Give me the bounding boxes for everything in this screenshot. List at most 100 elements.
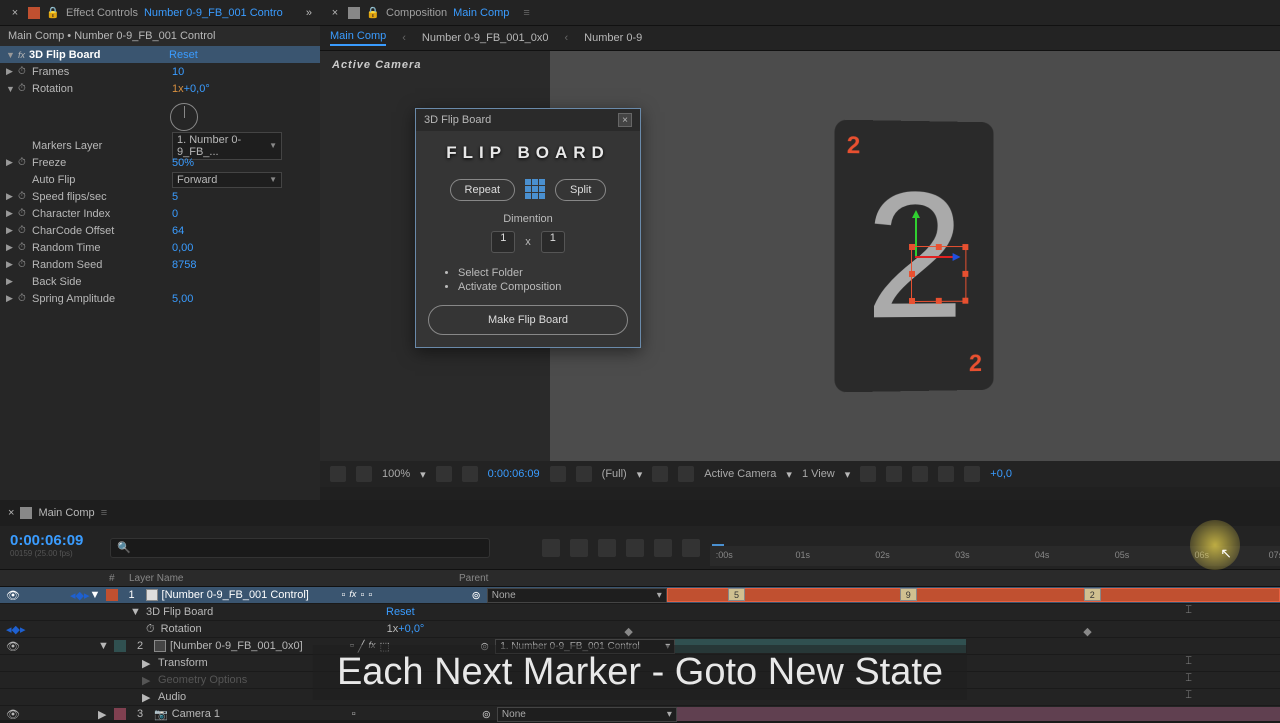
chevron-right-icon[interactable]: ▶ bbox=[6, 66, 18, 77]
char-index-value[interactable]: 0 bbox=[172, 208, 178, 220]
flip-board-dialog[interactable]: 3D Flip Board × FLIP BOARD Repeat Split … bbox=[415, 108, 641, 348]
twirl-down-icon[interactable]: ▼ bbox=[130, 606, 142, 618]
nav-nested-comp[interactable]: Number 0-9_FB_001_0x0 bbox=[422, 32, 549, 44]
chevron-down-icon[interactable]: ▾ bbox=[786, 468, 792, 481]
layer-bar[interactable] bbox=[677, 707, 1280, 721]
parent-dropdown[interactable]: None▾ bbox=[497, 707, 677, 722]
keyframe-nav-icon[interactable]: ◂◆▸ bbox=[6, 623, 26, 636]
work-area-end-icon[interactable]: ⌶ bbox=[1185, 672, 1192, 685]
pickwhip-icon[interactable]: ⊚ bbox=[472, 589, 481, 602]
panel-target[interactable]: Main Comp bbox=[453, 7, 509, 19]
visibility-icon[interactable]: 👁 bbox=[6, 589, 18, 601]
chevron-right-icon[interactable]: ▶ bbox=[142, 691, 154, 704]
snapshot-icon[interactable] bbox=[550, 466, 566, 482]
stopwatch-icon[interactable]: ⏱ bbox=[18, 191, 32, 202]
frame-blend-icon[interactable] bbox=[626, 539, 644, 557]
stopwatch-icon[interactable]: ⏱ bbox=[18, 293, 32, 304]
channels-icon[interactable] bbox=[576, 466, 592, 482]
rotation-dial[interactable] bbox=[170, 103, 198, 131]
layer-color-swatch[interactable] bbox=[106, 589, 118, 601]
make-flip-board-button[interactable]: Make Flip Board bbox=[428, 305, 628, 335]
draft-3d-icon[interactable] bbox=[570, 539, 588, 557]
close-icon[interactable]: × bbox=[328, 6, 342, 20]
freeze-value[interactable]: 50% bbox=[172, 157, 194, 169]
roi-icon[interactable] bbox=[462, 466, 478, 482]
close-icon[interactable]: × bbox=[618, 113, 632, 127]
alpha-icon[interactable] bbox=[330, 466, 346, 482]
visibility-icon[interactable]: 👁 bbox=[6, 640, 18, 652]
motion-blur-icon[interactable] bbox=[654, 539, 672, 557]
chevron-down-icon[interactable]: ▾ bbox=[637, 468, 643, 481]
exposure-value[interactable]: +0,0 bbox=[990, 468, 1012, 480]
layer-name[interactable]: [Number 0-9_FB_001 Control] bbox=[162, 589, 342, 601]
markers-layer-dropdown[interactable]: 1. Number 0-9_FB_...▼ bbox=[172, 132, 282, 160]
keyframe-diamond-icon[interactable]: ◆ bbox=[1083, 625, 1091, 638]
chevron-down-icon[interactable]: ▾ bbox=[845, 468, 851, 481]
twirl-down-icon[interactable]: ▼ bbox=[90, 589, 102, 601]
speed-value[interactable]: 5 bbox=[172, 191, 178, 203]
chevron-right-icon[interactable]: ▶ bbox=[98, 708, 110, 721]
nav-main-comp[interactable]: Main Comp bbox=[330, 30, 386, 46]
visibility-icon[interactable]: 👁 bbox=[6, 708, 18, 720]
reset-link[interactable]: Reset bbox=[169, 49, 198, 61]
twirl-down-icon[interactable]: ▼ bbox=[6, 84, 18, 94]
chevron-right-icon[interactable]: ▶ bbox=[6, 259, 18, 270]
auto-flip-dropdown[interactable]: Forward▼ bbox=[172, 172, 282, 188]
timeline-icon[interactable] bbox=[912, 466, 928, 482]
work-area-end-icon[interactable]: ⌶ bbox=[1185, 655, 1192, 668]
sub-effect-name[interactable]: 3D Flip Board bbox=[146, 606, 326, 618]
layer-name[interactable]: Camera 1 bbox=[172, 708, 352, 720]
menu-icon[interactable]: ≡ bbox=[523, 7, 529, 19]
layer-color-swatch[interactable] bbox=[114, 640, 126, 652]
stopwatch-icon[interactable]: ⏱ bbox=[146, 623, 155, 636]
stopwatch-icon[interactable]: ⏱ bbox=[18, 259, 32, 270]
adjustment-icon[interactable]: ▫ bbox=[368, 589, 372, 601]
current-time-display[interactable]: 0:00:06:09 00159 (25.00 fps) bbox=[0, 526, 110, 569]
pickwhip-icon[interactable]: ⊚ bbox=[482, 708, 491, 721]
rotation-value[interactable]: +0,0° bbox=[184, 83, 210, 95]
chevron-right-icon[interactable]: ▶ bbox=[6, 242, 18, 253]
preview-area[interactable]: 2 2 2 bbox=[550, 51, 1280, 461]
layer-marker[interactable]: 2 bbox=[1084, 588, 1101, 601]
layer-marker[interactable]: 9 bbox=[900, 588, 917, 601]
zoom-level[interactable]: 100% bbox=[382, 468, 410, 480]
stopwatch-icon[interactable]: ⏱ bbox=[18, 208, 32, 219]
layer-row-3[interactable]: 👁 ▶ 3 📷 Camera 1 ▫ ⊚ None▾ bbox=[0, 706, 1280, 723]
flowchart-icon[interactable] bbox=[938, 466, 954, 482]
stopwatch-icon[interactable]: ⏱ bbox=[18, 157, 32, 168]
grid-icon[interactable] bbox=[525, 179, 545, 201]
camera-dropdown[interactable]: Active Camera bbox=[704, 468, 776, 480]
timecode-display[interactable]: 0:00:06:09 bbox=[488, 468, 540, 480]
chevron-right-icon[interactable]: ▶ bbox=[6, 157, 18, 168]
solo-icon[interactable]: ▫ bbox=[342, 589, 346, 601]
layer-search-input[interactable]: 🔍 bbox=[110, 538, 490, 558]
layer-sub-rotation[interactable]: ◂◆▸ ⏱ Rotation 1x+0,0° ◆ ◆ bbox=[0, 621, 1280, 638]
fx-icon[interactable]: fx bbox=[18, 50, 25, 60]
layer-marker[interactable]: 5 bbox=[728, 588, 745, 601]
view-dropdown[interactable]: 1 View bbox=[802, 468, 835, 480]
repeat-button[interactable]: Repeat bbox=[450, 179, 515, 201]
panel-target[interactable]: Number 0-9_FB_001 Contro bbox=[144, 7, 283, 19]
stopwatch-icon[interactable]: ⏱ bbox=[18, 242, 32, 253]
keyframe-diamond-icon[interactable]: ◆ bbox=[624, 625, 632, 638]
dimension-y-input[interactable]: 1 bbox=[541, 231, 565, 253]
comp-mini-flowchart-icon[interactable] bbox=[542, 539, 560, 557]
reset-link[interactable]: Reset bbox=[386, 606, 415, 618]
chevron-left-icon[interactable]: ‹ bbox=[565, 32, 569, 44]
keyframe-nav-icon[interactable]: ◂◆▸ bbox=[70, 589, 90, 602]
layer-row-1[interactable]: 👁 ◂◆▸ ▼ 1 [Number 0-9_FB_001 Control] ▫ … bbox=[0, 587, 1280, 604]
chevron-right-icon[interactable]: ▶ bbox=[6, 293, 18, 304]
nav-deep-comp[interactable]: Number 0-9 bbox=[584, 32, 642, 44]
chevron-right-icon[interactable]: ▶ bbox=[6, 225, 18, 236]
effect-header-row[interactable]: ▼ fx 3D Flip Board Reset bbox=[0, 46, 320, 63]
graph-editor-icon[interactable] bbox=[682, 539, 700, 557]
sub-rotation-value[interactable]: +0,0° bbox=[398, 623, 424, 635]
timecode[interactable]: 0:00:06:09 bbox=[10, 532, 100, 549]
reset-exposure-icon[interactable] bbox=[964, 466, 980, 482]
3d-icon[interactable] bbox=[678, 466, 694, 482]
timeline-tab[interactable]: Main Comp bbox=[38, 507, 94, 519]
quality-dropdown[interactable]: (Full) bbox=[602, 468, 627, 480]
monitor-icon[interactable] bbox=[356, 466, 372, 482]
lock-icon[interactable]: 🔒 bbox=[46, 6, 60, 20]
pixel-aspect-icon[interactable] bbox=[860, 466, 876, 482]
